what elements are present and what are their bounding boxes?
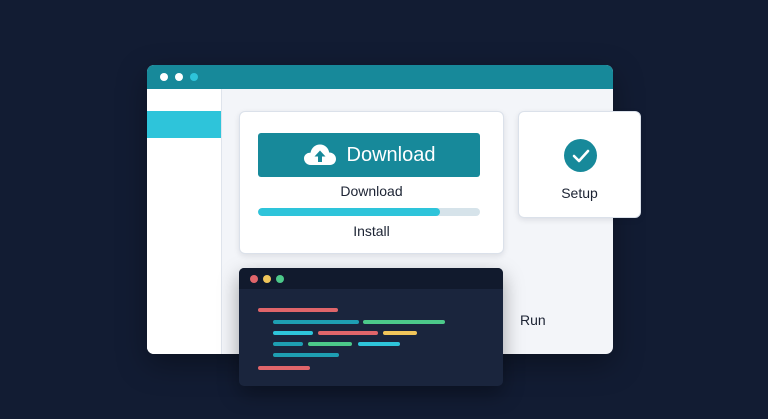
code-line: [273, 320, 359, 324]
window-dot-1[interactable]: [160, 73, 168, 81]
code-line: [358, 342, 400, 346]
install-label: Install: [353, 223, 390, 239]
scene: Download Download Install Setup Run: [0, 0, 768, 419]
install-progress-bar: [258, 208, 480, 216]
code-line: [308, 342, 352, 346]
sidebar-item-active[interactable]: [147, 111, 221, 138]
code-line: [273, 342, 303, 346]
download-card: Download Download Install: [239, 111, 504, 254]
code-line: [273, 353, 339, 357]
window-titlebar: [147, 65, 613, 89]
sidebar: [147, 89, 222, 354]
terminal-window: [239, 268, 503, 386]
code-line: [258, 366, 310, 370]
code-line: [258, 308, 338, 312]
code-line: [273, 331, 313, 335]
download-button[interactable]: Download: [258, 133, 480, 177]
cloud-upload-icon: [303, 143, 337, 167]
window-dot-2[interactable]: [175, 73, 183, 81]
download-step-label: Download: [340, 183, 403, 199]
setup-label: Setup: [561, 185, 598, 201]
terminal-dot-green[interactable]: [276, 275, 284, 283]
terminal-titlebar: [239, 268, 503, 289]
terminal-dot-yellow[interactable]: [263, 275, 271, 283]
run-label: Run: [520, 312, 546, 328]
check-circle-icon: [564, 139, 597, 172]
window-dot-3[interactable]: [190, 73, 198, 81]
code-line: [318, 331, 378, 335]
download-button-label: Download: [346, 143, 436, 166]
terminal-dot-red[interactable]: [250, 275, 258, 283]
install-progress-fill: [258, 208, 441, 216]
code-line: [363, 320, 445, 324]
code-line: [383, 331, 417, 335]
setup-card[interactable]: Setup: [518, 111, 641, 218]
